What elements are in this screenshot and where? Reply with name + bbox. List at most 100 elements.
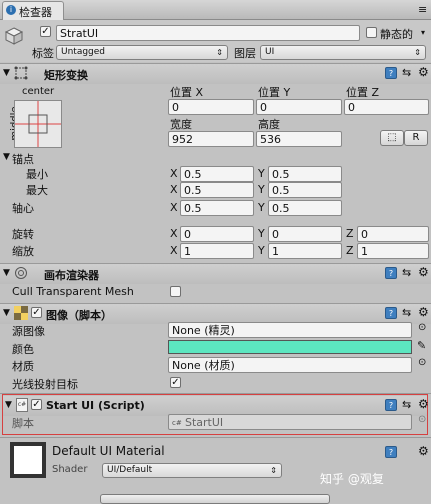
gear-icon[interactable]: ⚙: [418, 306, 429, 318]
dropdown-arrow-icon: ⇕: [414, 48, 421, 57]
width-field[interactable]: 952: [168, 131, 254, 147]
blueprint-mode-button[interactable]: ⬚: [380, 130, 404, 146]
object-picker-icon[interactable]: ⊙: [418, 322, 426, 333]
layer-dropdown[interactable]: UI ⇕: [260, 45, 426, 60]
width-label: 宽度: [170, 118, 192, 131]
max-label: 最大: [26, 184, 48, 197]
shader-label: Shader: [52, 464, 88, 475]
raycast-target-checkbox[interactable]: ✓: [170, 377, 181, 388]
layer-value: UI: [265, 47, 275, 57]
tag-dropdown[interactable]: Untagged ⇕: [56, 45, 228, 60]
collapse-arrow-icon[interactable]: ▼: [3, 308, 10, 318]
cull-checkbox[interactable]: [170, 286, 181, 297]
collapse-arrow-icon[interactable]: ▼: [3, 268, 10, 278]
material-field[interactable]: None (材质): [168, 357, 412, 373]
static-dropdown-icon[interactable]: ▾: [421, 28, 425, 37]
pivot-x-field[interactable]: 0.5: [180, 200, 254, 216]
rotation-z-field[interactable]: 0: [357, 226, 429, 242]
rotation-label: 旋转: [12, 228, 34, 241]
axis-x-label: X: [170, 167, 178, 180]
scale-y-field[interactable]: 1: [268, 243, 342, 259]
object-name-field[interactable]: StratUI: [56, 25, 360, 41]
preset-icon[interactable]: ⇆: [402, 66, 411, 79]
script-title: Start UI (Script): [46, 399, 145, 412]
help-book-icon[interactable]: ?: [385, 307, 397, 319]
watermark: 知乎 @观复: [320, 472, 384, 486]
anchors-collapse-icon[interactable]: ▼: [3, 152, 10, 162]
anchor-max-x-field[interactable]: 0.5: [180, 182, 254, 198]
cs-script-icon: c#: [16, 398, 28, 412]
help-book-icon[interactable]: ?: [385, 399, 397, 411]
tab-inspector[interactable]: i 检查器: [2, 1, 64, 20]
source-image-field[interactable]: None (精灵): [168, 322, 412, 338]
cull-label: Cull Transparent Mesh: [12, 285, 134, 298]
menu-icon[interactable]: ≡: [418, 3, 427, 16]
axis-z-label: Z: [346, 227, 354, 240]
scale-z-field[interactable]: 1: [357, 243, 429, 259]
add-component-button[interactable]: [100, 494, 330, 504]
object-picker-icon: ⊙: [418, 414, 427, 425]
static-label: 静态的: [380, 28, 413, 41]
static-checkbox[interactable]: [366, 27, 377, 38]
axis-x-label: X: [170, 183, 178, 196]
raycast-target-label: 光线投射目标: [12, 378, 78, 391]
preset-icon[interactable]: ⇆: [402, 398, 411, 411]
axis-y-label: Y: [258, 183, 265, 196]
raw-edit-button[interactable]: R: [404, 130, 428, 146]
dropdown-arrow-icon: ⇕: [216, 48, 223, 57]
gear-icon[interactable]: ⚙: [418, 445, 429, 457]
anchor-max-y-field[interactable]: 0.5: [268, 182, 342, 198]
info-icon: i: [6, 5, 16, 15]
rotation-y-field[interactable]: 0: [268, 226, 342, 242]
image-title: 图像（脚本）: [46, 309, 112, 322]
min-label: 最小: [26, 168, 48, 181]
anchor-min-y-field[interactable]: 0.5: [268, 166, 342, 182]
axis-y-label: Y: [258, 244, 265, 257]
pivot-y-field[interactable]: 0.5: [268, 200, 342, 216]
active-checkbox[interactable]: ✓: [40, 26, 51, 37]
anchor-min-x-field[interactable]: 0.5: [180, 166, 254, 182]
shader-dropdown[interactable]: UI/Default ⇕: [102, 463, 282, 478]
source-image-label: 源图像: [12, 325, 45, 338]
material-preview: [10, 442, 46, 478]
axis-x-label: X: [170, 201, 178, 214]
pos-z-label: 位置 Z: [346, 86, 380, 99]
anchors-label: 锚点: [12, 153, 34, 166]
axis-x-label: X: [170, 244, 178, 257]
preset-icon[interactable]: ⇆: [402, 306, 411, 319]
pos-x-field[interactable]: 0: [168, 99, 254, 115]
color-label: 颜色: [12, 343, 34, 356]
height-field[interactable]: 536: [256, 131, 342, 147]
tab-bar: [0, 0, 431, 20]
image-enabled-checkbox[interactable]: ✓: [31, 307, 42, 318]
preset-icon[interactable]: ⇆: [402, 266, 411, 279]
material-name: Default UI Material: [52, 444, 165, 458]
image-component-icon: [14, 306, 28, 320]
pos-z-field[interactable]: 0: [344, 99, 429, 115]
object-picker-icon[interactable]: ⊙: [418, 357, 426, 368]
collapse-arrow-icon[interactable]: ▼: [3, 68, 10, 78]
color-swatch[interactable]: [168, 340, 412, 354]
help-book-icon[interactable]: ?: [385, 67, 397, 79]
gear-icon[interactable]: ⚙: [418, 266, 429, 278]
script-field-label: 脚本: [12, 417, 34, 430]
material-label: 材质: [12, 360, 34, 373]
script-value: StartUI: [185, 416, 224, 429]
axis-y-label: Y: [258, 227, 265, 240]
gear-icon[interactable]: ⚙: [418, 66, 429, 78]
scale-x-field[interactable]: 1: [180, 243, 254, 259]
rotation-x-field[interactable]: 0: [180, 226, 254, 242]
script-enabled-checkbox[interactable]: ✓: [31, 399, 42, 410]
anchor-preset-button[interactable]: [14, 100, 62, 148]
rect-transform-title: 矩形变换: [44, 69, 88, 82]
pos-y-field[interactable]: 0: [256, 99, 342, 115]
eyedropper-icon[interactable]: ✎: [417, 339, 426, 352]
collapse-arrow-icon[interactable]: ▼: [5, 400, 12, 410]
help-book-icon[interactable]: ?: [385, 446, 397, 458]
axis-z-label: Z: [346, 244, 354, 257]
gear-icon[interactable]: ⚙: [418, 398, 429, 410]
scale-label: 缩放: [12, 245, 34, 258]
gameobject-cube-icon: [4, 26, 24, 46]
help-book-icon[interactable]: ?: [385, 267, 397, 279]
tag-label: 标签: [32, 47, 54, 60]
